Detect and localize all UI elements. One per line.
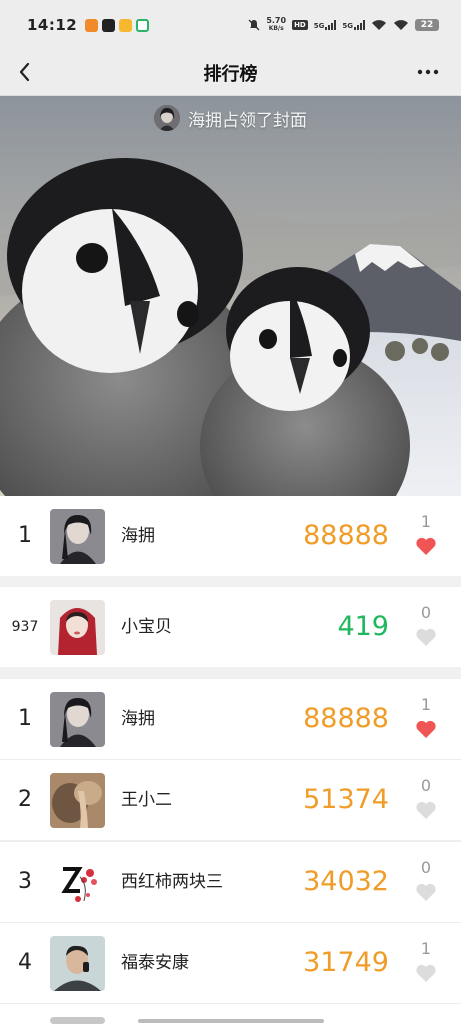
player-name: 王小二 bbox=[121, 790, 172, 810]
avatar bbox=[50, 1017, 105, 1024]
avatar bbox=[50, 773, 105, 828]
net-speed-unit: KB/s bbox=[268, 25, 284, 32]
heart-icon[interactable] bbox=[415, 882, 437, 902]
player-name: 福泰安康 bbox=[121, 953, 189, 973]
like-count: 0 bbox=[420, 776, 432, 795]
avatar bbox=[50, 509, 105, 564]
home-indicator[interactable] bbox=[138, 1019, 324, 1023]
like-count: 0 bbox=[420, 603, 432, 622]
sim1-label: 5G bbox=[313, 22, 325, 30]
like-count: 1 bbox=[420, 939, 432, 958]
heart-icon[interactable] bbox=[415, 536, 437, 556]
status-bar: 14:12 5.70 KB/s HD 5G 5G 22 bbox=[0, 0, 461, 50]
player-name: 海拥 bbox=[121, 526, 155, 546]
cover-image[interactable]: 海拥占领了封面 bbox=[0, 96, 461, 496]
cover-caption: 海拥占领了封面 bbox=[0, 105, 461, 131]
player-score: 31749 bbox=[303, 947, 389, 978]
player-score: 419 bbox=[337, 611, 389, 642]
sim2-label: 5G bbox=[342, 22, 353, 30]
player-score: 88888 bbox=[303, 520, 389, 551]
signal-2-icon bbox=[354, 20, 365, 30]
player-score: 88888 bbox=[303, 703, 389, 734]
ranking-row[interactable]: 1 海拥 88888 1 bbox=[0, 679, 461, 759]
status-indicators: 5.70 KB/s HD 5G 5G 22 bbox=[248, 17, 439, 33]
signal-1-icon bbox=[325, 20, 337, 30]
cover-owner-avatar bbox=[154, 105, 180, 131]
status-app-icons bbox=[85, 18, 150, 32]
like-count: 1 bbox=[420, 695, 432, 714]
avatar bbox=[50, 692, 105, 747]
rank-number: 2 bbox=[18, 787, 32, 812]
heart-icon[interactable] bbox=[415, 963, 437, 983]
ranking-row[interactable]: 2 王小二 51374 0 bbox=[0, 760, 461, 840]
recycle-icon bbox=[136, 18, 150, 32]
rank-number: 3 bbox=[18, 869, 32, 894]
battery-indicator: 22 bbox=[415, 19, 439, 31]
cover-caption-text: 海拥占领了封面 bbox=[188, 110, 307, 131]
mail-icon bbox=[119, 18, 133, 32]
more-dots-icon[interactable] bbox=[415, 62, 441, 82]
like-count: 1 bbox=[420, 512, 432, 531]
avatar bbox=[50, 936, 105, 991]
my-entry-row[interactable]: 937 小宝贝 419 0 bbox=[0, 587, 461, 667]
penguins-cover-illustration bbox=[0, 96, 461, 496]
page-title: 排行榜 bbox=[203, 64, 258, 85]
heart-icon[interactable] bbox=[415, 627, 437, 647]
rank-number: 1 bbox=[18, 523, 32, 548]
net-speed: 5.70 bbox=[266, 16, 287, 25]
player-name: 西红柿两块三 bbox=[121, 872, 223, 892]
player-name: 小宝贝 bbox=[121, 617, 172, 637]
wifi-icon bbox=[394, 20, 408, 30]
player-score: 34032 bbox=[303, 866, 389, 897]
avatar bbox=[50, 855, 105, 910]
rank-number: 1 bbox=[18, 706, 32, 731]
wifi-icon bbox=[372, 20, 386, 30]
app-notification-icon bbox=[85, 18, 99, 32]
nav-bar: 排行榜 bbox=[0, 50, 461, 96]
rank-number: 4 bbox=[18, 950, 32, 975]
avatar bbox=[50, 600, 105, 655]
ranking-row[interactable]: 3 西红柿两块三 34032 0 bbox=[0, 842, 461, 922]
app-notification-icon bbox=[102, 18, 116, 32]
mute-bell-icon bbox=[248, 19, 260, 31]
heart-icon[interactable] bbox=[415, 800, 437, 820]
player-name: 海拥 bbox=[121, 709, 155, 729]
heart-icon[interactable] bbox=[415, 719, 437, 739]
top-entry-row[interactable]: 1 海拥 88888 1 bbox=[0, 496, 461, 576]
hd-badge: HD bbox=[292, 20, 308, 30]
like-count: 0 bbox=[420, 858, 432, 877]
status-time: 14:12 bbox=[27, 16, 78, 34]
player-score: 51374 bbox=[303, 784, 389, 815]
ranking-row[interactable]: 4 福泰安康 31749 1 bbox=[0, 923, 461, 1003]
rank-number: 937 bbox=[11, 619, 39, 635]
